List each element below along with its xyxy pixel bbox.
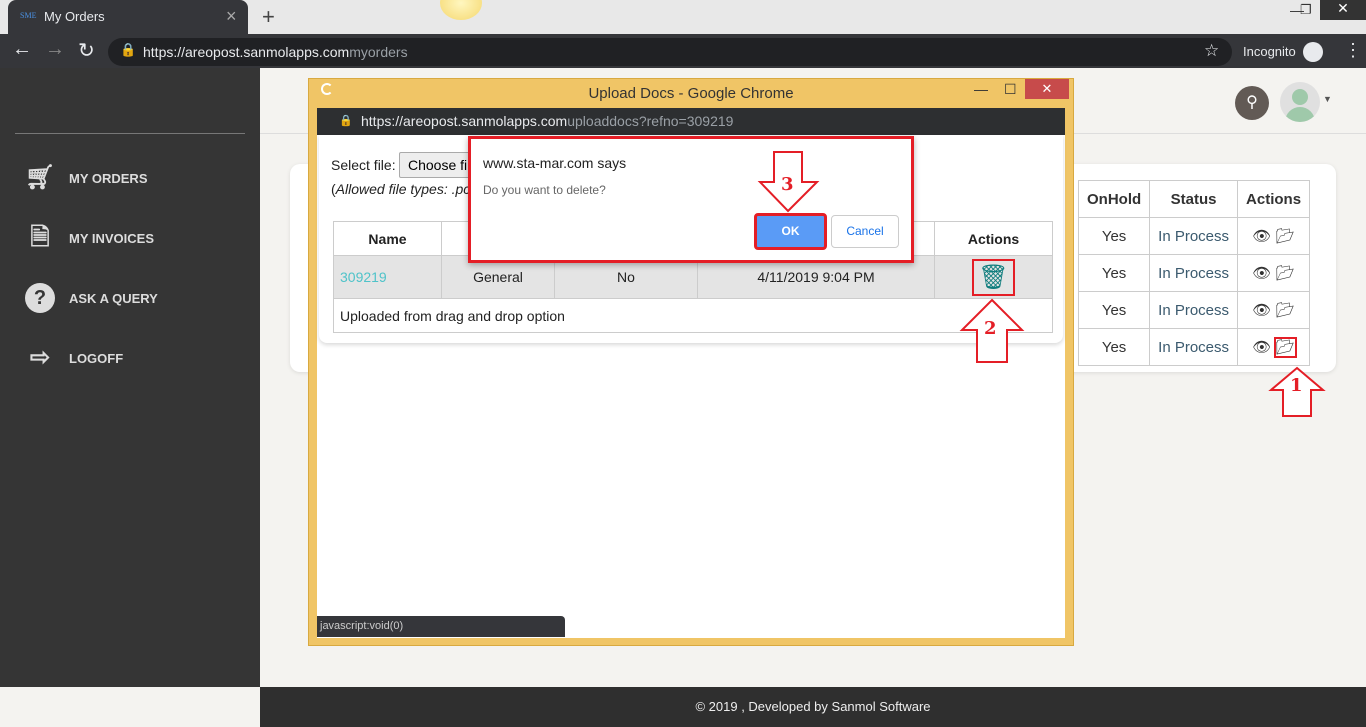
annotation-overlay: [757, 151, 1326, 417]
annotation-label: 2: [984, 318, 997, 339]
annotation-label: 1: [1290, 375, 1303, 396]
annotation-label: 3: [781, 174, 794, 195]
